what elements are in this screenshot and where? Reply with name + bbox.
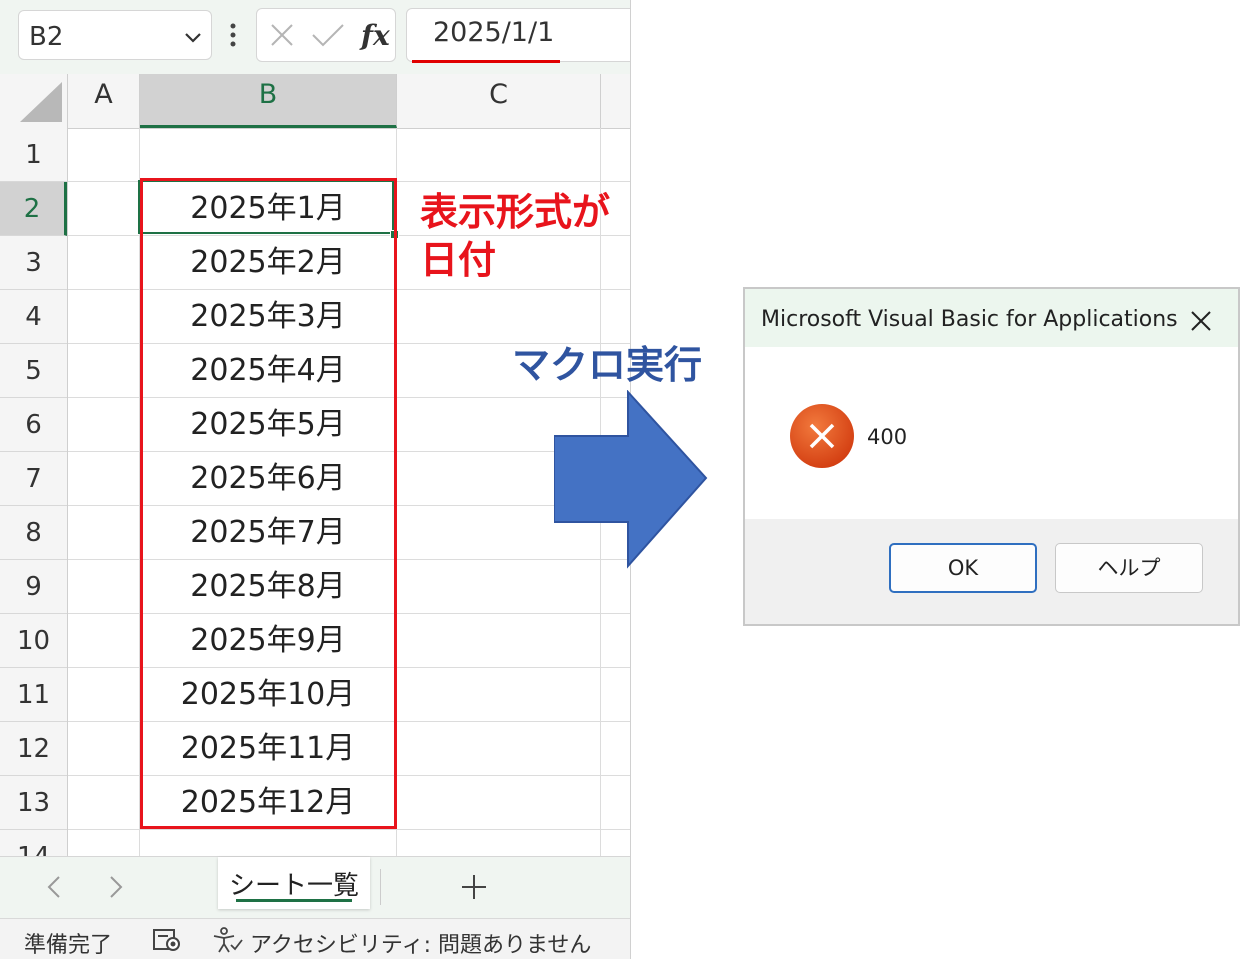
row-header-12[interactable]: 12: [0, 722, 67, 776]
format-annotation: 表示形式が 日付: [420, 188, 610, 284]
macro-record-icon[interactable]: [152, 927, 182, 953]
name-box-value: B2: [29, 22, 64, 52]
column-header-c[interactable]: C: [397, 74, 601, 128]
dialog-inner: Microsoft Visual Basic for Applications …: [745, 289, 1238, 624]
sheet-tab-underline: [236, 899, 352, 902]
row-header-2[interactable]: 2: [0, 182, 67, 236]
formula-actions: fx: [256, 8, 396, 62]
row-header-9[interactable]: 9: [0, 560, 67, 614]
column-header-b[interactable]: B: [140, 74, 397, 128]
tab-separator: [380, 869, 381, 905]
cancel-icon[interactable]: [269, 21, 295, 49]
ok-button[interactable]: OK: [889, 543, 1037, 593]
error-icon: [790, 404, 854, 468]
sheet-tab-label: シート一覧: [228, 871, 359, 901]
insert-function-icon[interactable]: fx: [361, 19, 390, 52]
select-all-triangle-icon: [20, 82, 62, 122]
sheet-tab-bar: シート一覧: [0, 856, 630, 919]
column-header-a[interactable]: A: [68, 74, 140, 128]
highlight-box: [140, 178, 397, 829]
sheet-tab[interactable]: シート一覧: [218, 857, 370, 909]
help-button[interactable]: ヘルプ: [1055, 543, 1203, 593]
select-all-button[interactable]: [0, 74, 68, 128]
formula-red-underline: [412, 60, 560, 63]
row-header-8[interactable]: 8: [0, 506, 67, 560]
vba-error-dialog: Microsoft Visual Basic for Applications …: [743, 287, 1240, 626]
chevron-left-icon[interactable]: [44, 873, 64, 901]
column-headers: A B C: [0, 74, 630, 129]
row-header-11[interactable]: 11: [0, 668, 67, 722]
dialog-title-bar[interactable]: Microsoft Visual Basic for Applications: [745, 289, 1238, 347]
arrow-right-icon: [554, 390, 708, 569]
plus-icon[interactable]: [458, 869, 490, 905]
row-header-10[interactable]: 10: [0, 614, 67, 668]
chevron-right-icon[interactable]: [106, 873, 126, 901]
status-bar: 準備完了 アクセシビリティ: 問題ありません: [0, 918, 630, 959]
row-headers: 1 2 3 4 5 6 7 8 9 10 11 12 13 14: [0, 128, 68, 884]
dialog-title: Microsoft Visual Basic for Applications: [761, 307, 1178, 332]
row-header-6[interactable]: 6: [0, 398, 67, 452]
status-accessibility: アクセシビリティ: 問題ありません: [250, 933, 592, 958]
row-header-3[interactable]: 3: [0, 236, 67, 290]
row-header-13[interactable]: 13: [0, 776, 67, 830]
formula-value: 2025/1/1: [433, 17, 555, 48]
format-annotation-line2: 日付: [420, 238, 497, 282]
status-ready: 準備完了: [24, 933, 113, 958]
row-header-7[interactable]: 7: [0, 452, 67, 506]
accessibility-icon[interactable]: [212, 927, 244, 953]
excel-window: B2 fx 2025/1/1 A B C 1 2 3 4 5 6 7 8 9 1…: [0, 0, 631, 959]
name-box[interactable]: B2: [18, 10, 212, 60]
row-header-4[interactable]: 4: [0, 290, 67, 344]
chevron-down-icon[interactable]: [183, 27, 203, 47]
formula-bar: B2 fx 2025/1/1: [0, 0, 630, 74]
row-header-5[interactable]: 5: [0, 344, 67, 398]
format-annotation-line1: 表示形式が: [420, 190, 611, 234]
check-icon[interactable]: [311, 21, 345, 49]
row-header-1[interactable]: 1: [0, 128, 67, 182]
error-message: 400: [867, 425, 908, 449]
formula-input[interactable]: 2025/1/1: [406, 8, 630, 62]
close-icon[interactable]: [1189, 309, 1213, 333]
macro-run-label: マクロ実行: [512, 343, 703, 387]
more-options-icon[interactable]: [226, 18, 240, 52]
